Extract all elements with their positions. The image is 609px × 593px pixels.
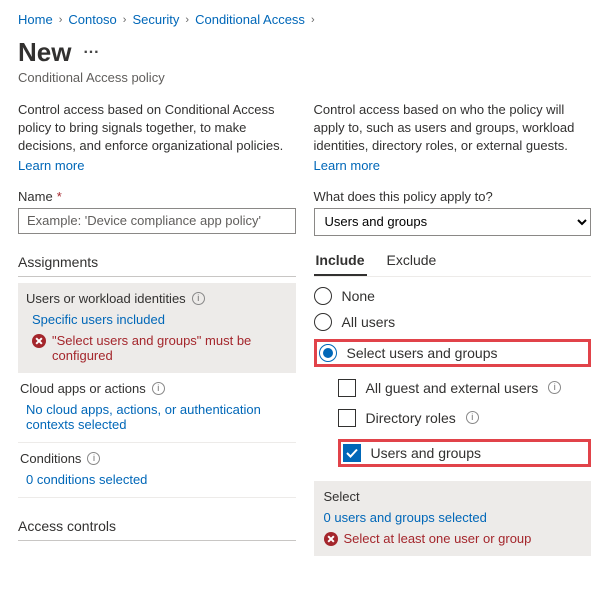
page-subtitle: Conditional Access policy [18,70,591,85]
select-header: Select [324,489,582,504]
right-description: Control access based on who the policy w… [314,101,592,156]
breadcrumb-home[interactable]: Home [18,12,53,27]
select-panel: Select 0 users and groups selected Selec… [314,481,592,556]
cloud-panel[interactable]: Cloud apps or actions i No cloud apps, a… [18,373,296,443]
chevron-right-icon: › [123,14,127,26]
radio-select-users-groups[interactable]: Select users and groups [319,344,498,362]
radio-all-users[interactable]: All users [314,313,592,331]
more-icon[interactable]: ··· [83,44,99,62]
check-users-and-groups[interactable]: Users and groups [343,444,482,462]
breadcrumb: Home › Contoso › Security › Conditional … [18,12,591,27]
apply-to-label: What does this policy apply to? [314,189,592,204]
info-icon[interactable]: i [87,452,100,465]
conditions-panel[interactable]: Conditions i 0 conditions selected [18,443,296,498]
apply-to-select[interactable]: Users and groups [314,208,592,236]
left-column: Control access based on Conditional Acce… [18,101,296,556]
check-directory-roles[interactable]: Directory roles i [338,409,592,427]
assignments-header: Assignments [18,248,296,277]
users-row-label: Users or workload identities i [26,291,288,306]
radio-none[interactable]: None [314,287,592,305]
info-icon[interactable]: i [466,411,479,424]
breadcrumb-conditional-access[interactable]: Conditional Access [195,12,305,27]
chevron-right-icon: › [185,14,189,26]
page-title: New ··· [18,37,591,68]
info-icon[interactable]: i [152,382,165,395]
cloud-link[interactable]: No cloud apps, actions, or authenticatio… [26,402,261,432]
highlight-box: Select users and groups [314,339,592,367]
breadcrumb-security[interactable]: Security [132,12,179,27]
chevron-right-icon: › [59,14,63,26]
info-icon[interactable]: i [548,381,561,394]
breadcrumb-contoso[interactable]: Contoso [68,12,116,27]
left-description: Control access based on Conditional Acce… [18,101,296,156]
check-guest-external[interactable]: All guest and external users i [338,379,592,397]
users-panel[interactable]: Users or workload identities i Specific … [18,283,296,373]
include-exclude-tabs: Include Exclude [314,246,592,277]
right-column: Control access based on who the policy w… [314,101,592,556]
info-icon[interactable]: i [192,292,205,305]
tab-include[interactable]: Include [314,246,367,276]
tab-exclude[interactable]: Exclude [385,246,439,276]
select-error: Select at least one user or group [324,531,582,546]
select-users-link[interactable]: 0 users and groups selected [324,510,487,525]
learn-more-link[interactable]: Learn more [314,158,592,173]
error-icon [32,334,46,348]
learn-more-link[interactable]: Learn more [18,158,296,173]
name-label: Name* [18,189,296,204]
access-controls-header: Access controls [18,512,296,541]
name-input[interactable] [18,208,296,234]
conditions-row-label: Conditions i [20,451,294,466]
chevron-right-icon: › [311,14,315,26]
highlight-box: Users and groups [338,439,592,467]
users-error: "Select users and groups" must be config… [32,333,288,363]
users-link[interactable]: Specific users included [32,312,165,327]
cloud-row-label: Cloud apps or actions i [20,381,294,396]
conditions-link[interactable]: 0 conditions selected [26,472,147,487]
error-icon [324,532,338,546]
